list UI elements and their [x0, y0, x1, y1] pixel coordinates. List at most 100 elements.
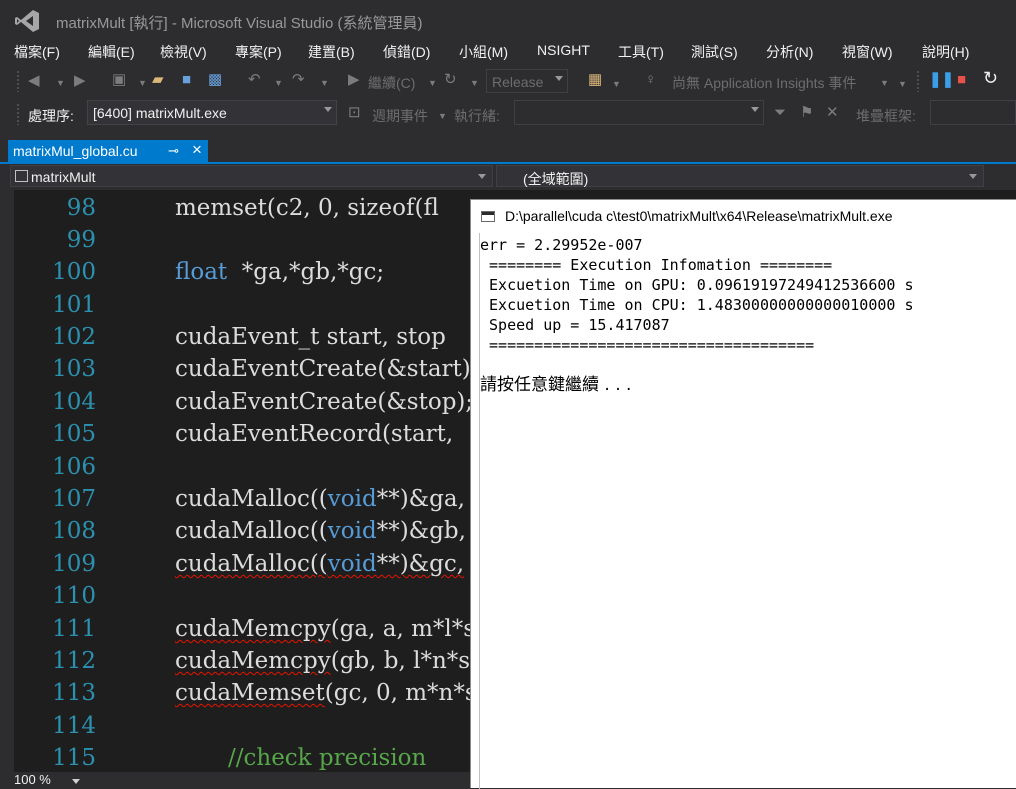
process-combo[interactable]: [6400] matrixMult.exe: [87, 100, 337, 125]
code-keyword: void: [327, 518, 377, 544]
open-folder-icon[interactable]: ▰: [152, 72, 164, 88]
line-number: 108: [52, 518, 96, 544]
tab-matrixmul-global-cu[interactable]: matrixMul_global.cu ⊸ ×: [8, 140, 208, 162]
forward-icon[interactable]: ▶: [74, 73, 86, 89]
console-title-bar[interactable]: D:\parallel\cuda c\test0\matrixMult\x64\…: [471, 200, 1016, 233]
continue-label[interactable]: 繼續(C): [368, 73, 415, 93]
code-line-108: cudaMalloc((void**)&gb,: [175, 515, 466, 547]
code-text: *ga,*gb,*gc;: [227, 259, 385, 285]
code-text: (gb, b, l*n*s: [330, 648, 471, 674]
line-number: 99: [66, 227, 96, 253]
insights-dropdown-icon[interactable]: ▼: [880, 75, 889, 91]
window-title: matrixMult [執行] - Microsoft Visual Studi…: [56, 15, 423, 32]
menu-analyze[interactable]: 分析(N): [766, 42, 813, 62]
project-value: matrixMult: [31, 169, 96, 185]
tab-label: matrixMul_global.cu: [13, 143, 138, 159]
menu-nsight[interactable]: NSIGHT: [537, 42, 590, 58]
menu-window[interactable]: 視窗(W): [842, 42, 893, 62]
toolbar-grip-2[interactable]: [916, 70, 920, 92]
code-error-token: cudaMemcpy: [175, 616, 331, 642]
line-number: 113: [52, 680, 96, 706]
back-dropdown-icon[interactable]: ▼: [56, 75, 65, 91]
filter-threads-icon[interactable]: ⏷: [774, 105, 786, 121]
menu-file[interactable]: 檔案(F): [14, 42, 60, 62]
new-project-icon[interactable]: ▣: [112, 72, 126, 88]
console-output[interactable]: err = 2.29952e-007 ======== Execution In…: [480, 235, 1006, 775]
line-number: 101: [52, 292, 96, 318]
stop-debugging-icon[interactable]: ■: [957, 72, 966, 88]
close-icon[interactable]: ×: [192, 140, 202, 160]
clear-flags-icon[interactable]: ✕: [826, 105, 839, 121]
back-icon[interactable]: ◀: [28, 73, 40, 89]
console-app-icon: [481, 211, 495, 222]
restart-dropdown-icon[interactable]: ▼: [470, 75, 479, 91]
undo-dropdown-icon[interactable]: ▼: [274, 75, 283, 91]
code-keyword: float: [175, 259, 228, 285]
menu-view[interactable]: 檢視(V): [160, 42, 207, 62]
find-in-files-icon[interactable]: ▦: [588, 72, 602, 88]
menu-bar: 檔案(F) 編輯(E) 檢視(V) 專案(P) 建置(B) 偵錯(D) 小組(M…: [0, 40, 1016, 62]
solution-config-combo[interactable]: Release: [486, 69, 568, 93]
line-number: 107: [52, 486, 96, 512]
code-keyword: void: [327, 551, 377, 577]
continue-dropdown-icon[interactable]: ▼: [428, 75, 437, 91]
toolbar-overflow-icon[interactable]: ▼: [612, 76, 621, 92]
project-combo[interactable]: matrixMult: [10, 165, 493, 187]
menu-project[interactable]: 專案(P): [235, 42, 282, 62]
line-number: 100: [52, 259, 96, 285]
pin-icon[interactable]: ⊸: [168, 143, 179, 159]
break-all-pause-icon[interactable]: ❚❚: [929, 72, 954, 88]
line-number: 102: [52, 324, 96, 350]
console-line: Excuetion Time on CPU: 1.483000000000000…: [480, 296, 914, 314]
stack-frame-label: 堆疊框架:: [856, 108, 916, 124]
line-number: 104: [52, 389, 96, 415]
thread-combo[interactable]: [514, 100, 764, 125]
line-number: 103: [52, 356, 96, 382]
scope-combo[interactable]: (全域範圍): [496, 165, 984, 187]
console-window[interactable]: D:\parallel\cuda c\test0\matrixMult\x64\…: [470, 199, 1016, 789]
new-dropdown-icon[interactable]: ▼: [138, 75, 147, 91]
redo-dropdown-icon[interactable]: ▼: [320, 75, 329, 91]
redo-icon[interactable]: ↷: [292, 72, 305, 88]
save-all-icon[interactable]: ▩: [208, 72, 222, 88]
menu-test[interactable]: 測試(S): [691, 42, 738, 62]
zoom-level[interactable]: 100 %: [14, 772, 51, 787]
menu-debug[interactable]: 偵錯(D): [383, 42, 430, 62]
flag-threads-icon[interactable]: ⚑: [800, 105, 813, 121]
console-line: err = 2.29952e-007: [480, 236, 643, 254]
toolbar-grip-3[interactable]: [16, 103, 20, 125]
line-number: 112: [52, 648, 96, 674]
code-keyword: void: [327, 486, 377, 512]
restart-debugging-icon[interactable]: ↻: [983, 69, 998, 87]
toolbar-grip[interactable]: [16, 70, 20, 92]
solution-config-value: Release: [492, 74, 544, 90]
restart-icon[interactable]: ↻: [444, 72, 457, 88]
code-line-100: float *ga,*gb,*gc;: [175, 256, 384, 288]
lifecycle-events-icon[interactable]: ⊡: [348, 105, 361, 121]
code-line-111: cudaMemcpy(ga, a, m*l*s: [175, 613, 475, 645]
undo-icon[interactable]: ↶: [248, 72, 261, 88]
code-error-token: cudaMemcpy: [175, 648, 331, 674]
save-icon[interactable]: ■: [182, 72, 191, 88]
application-insights-icon[interactable]: ♀: [645, 72, 656, 88]
application-insights-label[interactable]: 尚無 Application Insights 事件: [672, 73, 856, 93]
menu-team[interactable]: 小組(M): [459, 42, 508, 62]
menu-build[interactable]: 建置(B): [308, 42, 355, 62]
title-bar: matrixMult [執行] - Microsoft Visual Studi…: [0, 0, 1016, 40]
continue-play-icon[interactable]: ▶: [348, 72, 360, 88]
console-prompt: 請按任意鍵繼續 . . .: [480, 375, 632, 395]
menu-help[interactable]: 說明(H): [922, 42, 969, 62]
menu-tools[interactable]: 工具(T): [618, 42, 664, 62]
toolbar-overflow-icon-2[interactable]: ▼: [898, 76, 907, 92]
menu-edit[interactable]: 編輯(E): [88, 42, 135, 62]
lifecycle-dropdown-icon[interactable]: ▼: [438, 108, 447, 124]
stack-frame-combo[interactable]: [930, 100, 1016, 125]
chevron-down-icon: [751, 107, 759, 112]
thread-label: 執行緒:: [454, 108, 500, 124]
chevron-down-icon[interactable]: [72, 779, 80, 784]
line-number: 98: [66, 195, 96, 221]
code-line-112: cudaMemcpy(gb, b, l*n*s: [175, 645, 470, 677]
code-text: cudaMalloc((: [175, 551, 328, 577]
code-line-113: cudaMemset(gc, 0, m*n*s: [175, 677, 477, 709]
lifecycle-events-label[interactable]: 週期事件: [372, 106, 428, 126]
